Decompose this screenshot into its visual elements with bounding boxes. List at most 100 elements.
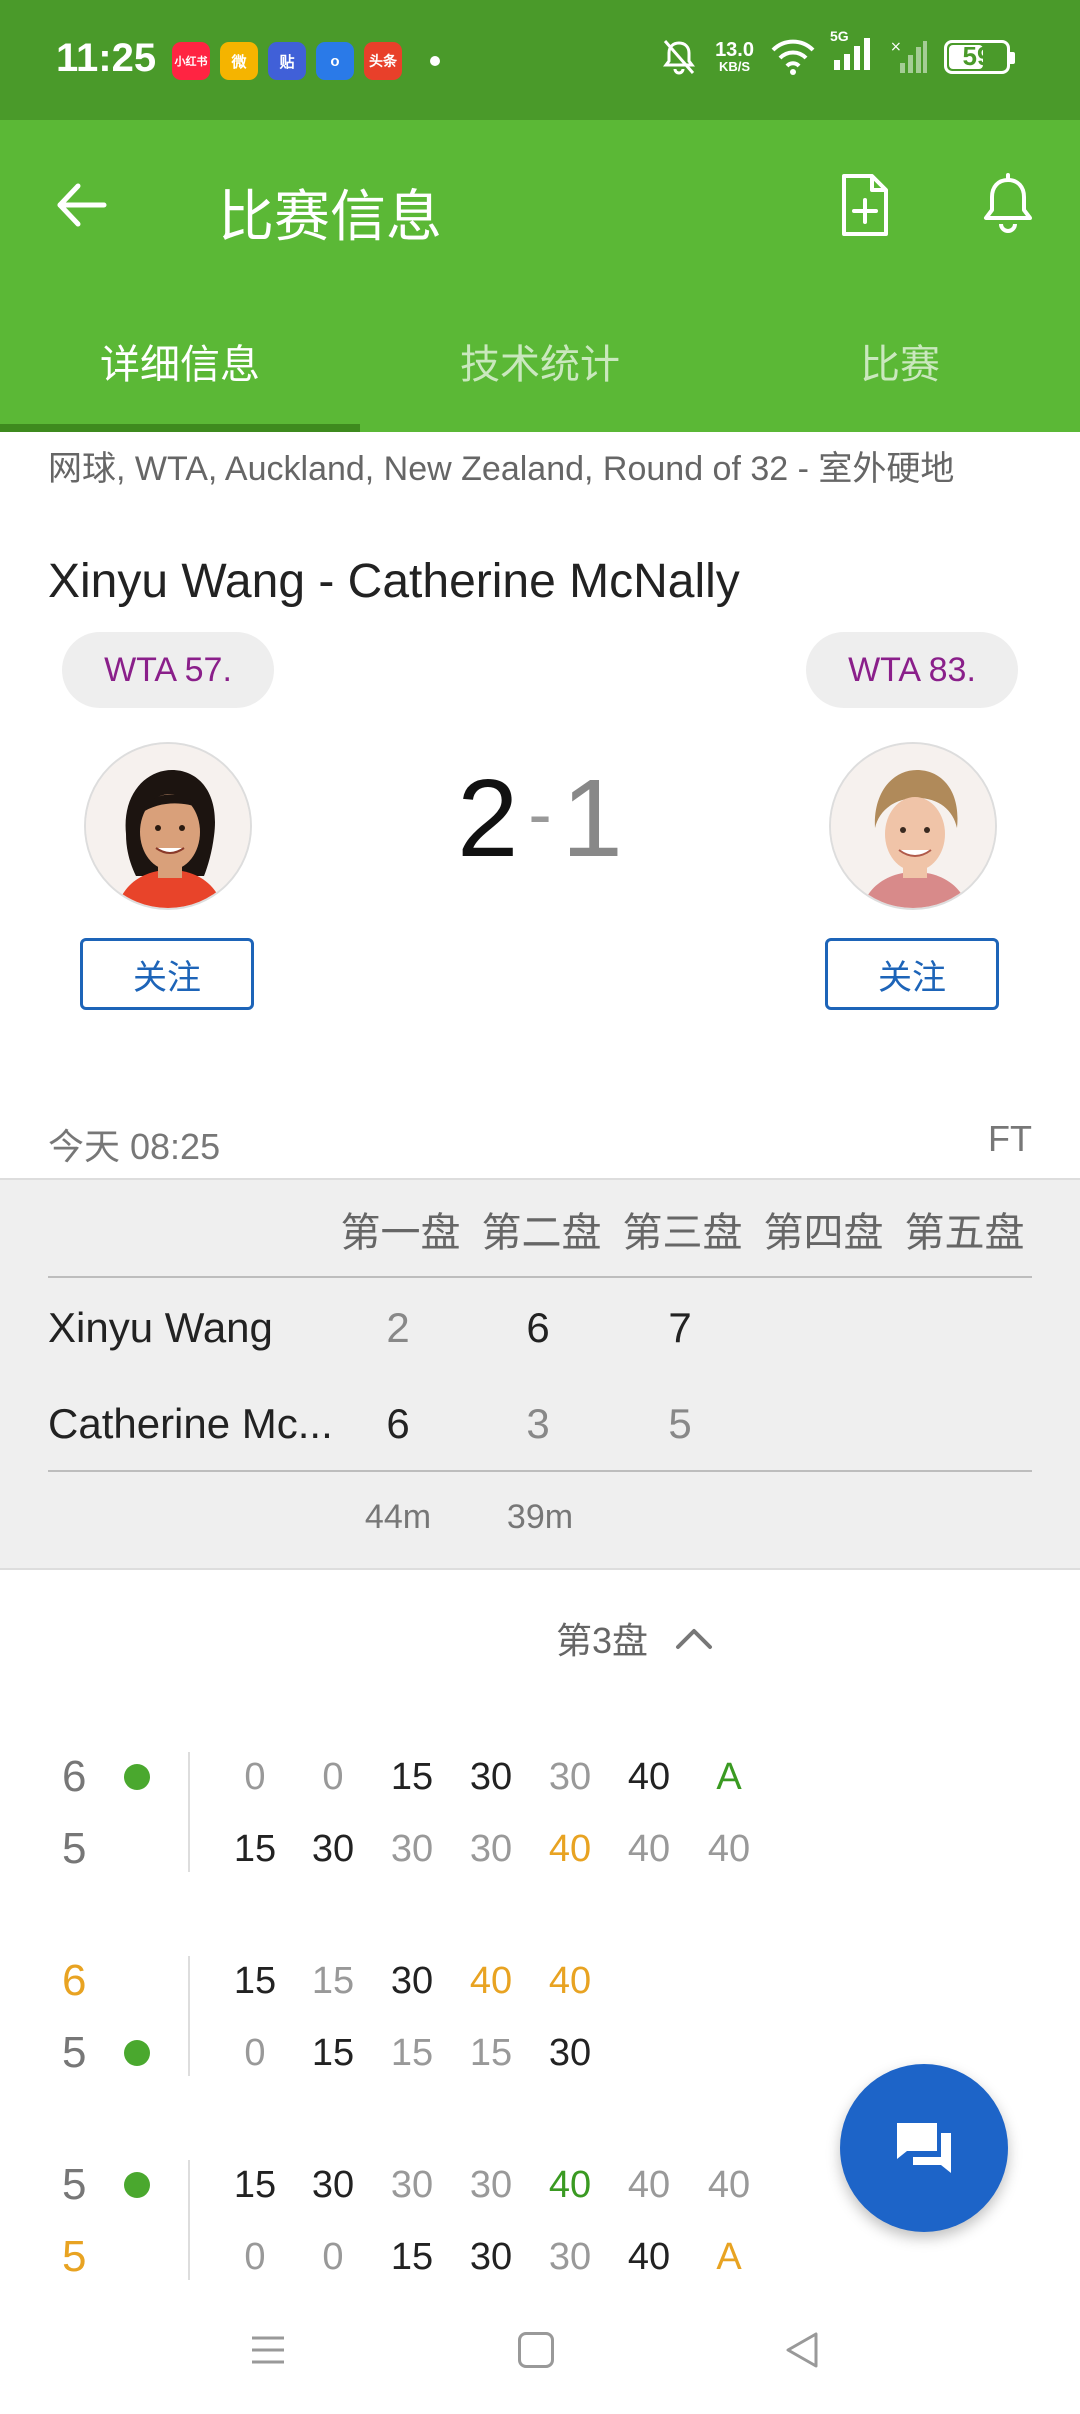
point-score: 0 xyxy=(244,2236,266,2278)
network-speed: 13.0 KB/S xyxy=(715,40,754,74)
point-score: 40 xyxy=(627,2236,671,2278)
set-selector-label: 第3盘 xyxy=(556,1620,649,1661)
point-score: 0 xyxy=(244,1756,266,1798)
point-score: 15 xyxy=(233,1828,277,1870)
set-score: 5 xyxy=(668,1400,692,1447)
battery-icon: 59 xyxy=(944,39,1015,74)
point-score: 15 xyxy=(390,2236,434,2278)
game-count: 5 xyxy=(62,2160,87,2209)
sets-header-row: 第一盘 第二盘 第三盘 第四盘 第五盘 xyxy=(330,1200,1035,1258)
serve-indicator-icon xyxy=(124,2172,150,2198)
score-separator: - xyxy=(528,775,552,853)
match-date: 今天 08:25 xyxy=(48,1126,221,1167)
game-count: 5 xyxy=(62,1824,87,1873)
match-time-row: 今天 08:25 FT xyxy=(48,1118,1032,1170)
game-count: 5 xyxy=(62,2028,87,2077)
divider xyxy=(48,1470,1032,1472)
follow-player1-button[interactable]: 关注 xyxy=(80,938,254,1010)
signal-sim2-icon: × xyxy=(890,39,927,73)
point-score: A xyxy=(716,2236,742,2278)
player1-ranking-badge[interactable]: WTA 57. xyxy=(62,632,274,708)
xiaohongshu-icon: 小红书 xyxy=(172,42,210,80)
signal-5g-icon: 5G xyxy=(830,28,872,77)
point-score: 30 xyxy=(311,2164,355,2206)
point-score: 40 xyxy=(627,2164,671,2206)
divider xyxy=(188,1956,190,2076)
status-bar: 11:25 小红书 微 贴 o 头条 13.0 KB/S 5G × 59 xyxy=(0,0,1080,120)
player-name: Xinyu Wang xyxy=(48,1304,273,1351)
game-row-group: 6 5 0 0 15 30 30 40 A 15 30 30 30 40 40 … xyxy=(0,1752,1080,1902)
point-score: 15 xyxy=(311,1960,355,2002)
away-sets-won: 1 xyxy=(561,757,623,880)
table-row: Xinyu Wang xyxy=(48,1298,348,1358)
point-score: 30 xyxy=(548,1756,592,1798)
set-duration: 39m xyxy=(506,1498,574,1536)
tab-matches[interactable]: 比赛 xyxy=(720,290,1080,432)
signal-label: 5G xyxy=(830,28,849,44)
notification-icons: 小红书 微 贴 o 头条 xyxy=(172,42,440,80)
home-icon[interactable] xyxy=(518,2332,554,2368)
set-header: 第四盘 xyxy=(763,1211,884,1255)
set-header: 第三盘 xyxy=(622,1211,743,1255)
point-score: 30 xyxy=(548,2032,592,2074)
point-score: 0 xyxy=(322,1756,344,1798)
player2-ranking-badge[interactable]: WTA 83. xyxy=(806,632,1018,708)
set-header: 第五盘 xyxy=(904,1211,1025,1255)
svg-text:×: × xyxy=(890,39,902,55)
tab-statistics[interactable]: 技术统计 xyxy=(360,290,720,432)
point-score: 15 xyxy=(233,2164,277,2206)
point-score: A xyxy=(716,1756,742,1798)
set-duration: 44m xyxy=(364,1498,432,1536)
set-score: 7 xyxy=(668,1304,692,1351)
point-score: 40 xyxy=(627,1828,671,1870)
chat-button[interactable] xyxy=(840,2064,1008,2232)
wifi-icon xyxy=(771,39,815,75)
point-score: 40 xyxy=(627,1756,671,1798)
follow-player2-button[interactable]: 关注 xyxy=(825,938,999,1010)
back-icon[interactable] xyxy=(782,2330,822,2370)
set-score: 6 xyxy=(526,1304,550,1351)
tieba-icon: 贴 xyxy=(268,42,306,80)
serve-indicator-icon xyxy=(124,2040,150,2066)
point-score: 15 xyxy=(233,1960,277,2002)
point-score: 30 xyxy=(469,1756,513,1798)
point-score: 15 xyxy=(390,2032,434,2074)
battery-level: 59 xyxy=(962,41,992,71)
game-count: 5 xyxy=(62,2232,87,2281)
set-score: 2 xyxy=(386,1304,410,1351)
network-speed-value: 13.0 xyxy=(715,38,754,61)
match-status: FT xyxy=(988,1118,1032,1159)
system-nav-bar xyxy=(0,2290,1080,2414)
set-selector[interactable]: 第3盘 xyxy=(556,1612,714,1664)
chevron-up-icon xyxy=(676,1629,713,1649)
tab-details[interactable]: 详细信息 xyxy=(0,290,360,432)
point-score: 0 xyxy=(322,2236,344,2278)
bell-icon[interactable] xyxy=(975,172,1041,238)
serve-indicator-icon xyxy=(124,1764,150,1790)
divider xyxy=(188,1752,190,1872)
home-sets-won: 2 xyxy=(457,757,519,880)
point-score: 15 xyxy=(390,1756,434,1798)
back-arrow-icon[interactable] xyxy=(48,172,114,238)
point-score: 40 xyxy=(548,1960,592,2002)
chat-icon xyxy=(897,2123,951,2173)
status-indicators: 13.0 KB/S 5G × 59 xyxy=(659,28,1015,77)
menu-icon[interactable] xyxy=(248,2330,288,2370)
player-name: Catherine Mc... xyxy=(48,1400,333,1447)
status-time: 11:25 xyxy=(56,36,157,80)
set-score: 3 xyxy=(526,1400,550,1447)
table-row: Catherine Mc... xyxy=(48,1394,348,1454)
point-score: 40 xyxy=(707,2164,751,2206)
point-score: 40 xyxy=(548,1828,592,1870)
game-count: 6 xyxy=(62,1752,87,1801)
more-notifications-dot xyxy=(430,56,440,66)
network-speed-unit: KB/S xyxy=(719,58,751,74)
add-document-icon[interactable] xyxy=(832,170,898,240)
player1-avatar[interactable] xyxy=(84,742,252,910)
point-score: 30 xyxy=(548,2236,592,2278)
browser-icon: o xyxy=(316,42,354,80)
player2-avatar[interactable] xyxy=(829,742,997,910)
weibo-icon: 微 xyxy=(220,42,258,80)
point-score: 40 xyxy=(707,1828,751,1870)
point-score: 30 xyxy=(469,2236,513,2278)
